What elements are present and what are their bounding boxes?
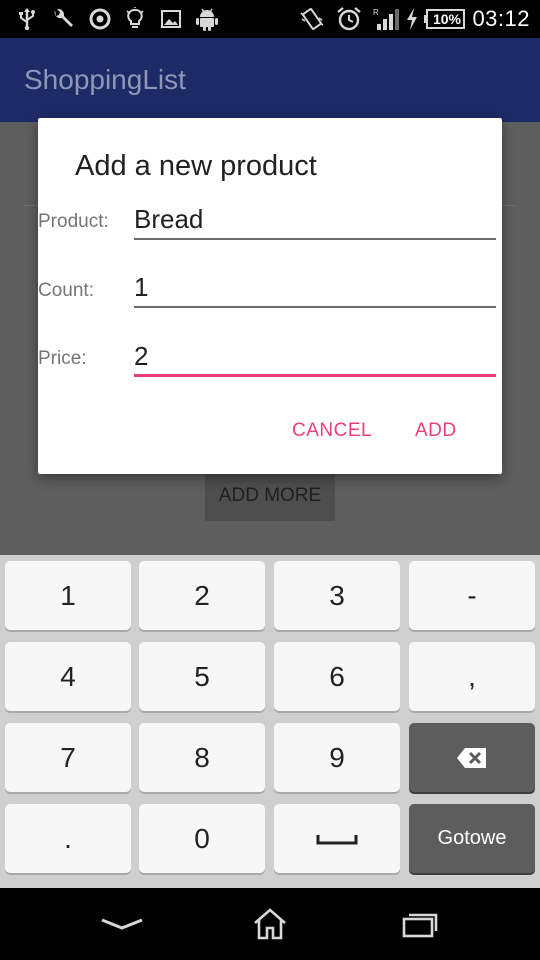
count-input[interactable]: 1 xyxy=(134,270,496,308)
price-input[interactable]: 2 xyxy=(134,339,496,377)
add-more-button[interactable]: ADD MORE xyxy=(205,471,335,521)
android-icon xyxy=(194,7,220,31)
lightbulb-icon xyxy=(123,7,147,31)
clock: 03:12 xyxy=(472,6,530,31)
key-4[interactable]: 4 xyxy=(5,642,131,711)
home-button[interactable] xyxy=(240,904,300,944)
key-0[interactable]: 0 xyxy=(139,804,265,873)
key-5[interactable]: 5 xyxy=(139,642,265,711)
count-label: Count: xyxy=(38,280,94,301)
key-6[interactable]: 6 xyxy=(274,642,400,711)
price-label: Price: xyxy=(38,348,87,369)
battery-icon: 10% xyxy=(424,7,466,31)
charging-icon xyxy=(402,7,422,31)
sync-icon xyxy=(87,7,113,31)
backspace-icon xyxy=(457,747,486,768)
done-key[interactable]: Gotowe xyxy=(409,804,535,873)
key-1[interactable]: 1 xyxy=(5,561,131,630)
space-icon xyxy=(316,834,358,844)
back-button[interactable] xyxy=(92,904,152,944)
alarm-icon xyxy=(335,7,363,31)
product-label: Product: xyxy=(38,211,109,232)
key-3[interactable]: 3 xyxy=(274,561,400,630)
image-icon xyxy=(158,7,184,31)
recents-button[interactable] xyxy=(390,904,450,944)
add-button[interactable]: ADD xyxy=(415,420,457,442)
app-bar: ShoppingList xyxy=(0,38,540,122)
key-9[interactable]: 9 xyxy=(274,723,400,792)
vibrate-icon xyxy=(298,7,326,31)
back-icon xyxy=(101,918,143,930)
done-label: Gotowe xyxy=(437,827,507,849)
key-comma[interactable]: , xyxy=(409,642,535,711)
product-input[interactable]: Bread xyxy=(134,202,496,240)
svg-text:R: R xyxy=(373,8,379,17)
recents-icon xyxy=(402,913,438,938)
status-bar: R 10% 03:12 xyxy=(0,0,540,38)
wrench-icon xyxy=(50,7,76,31)
key-period[interactable]: . xyxy=(5,804,131,873)
key-7[interactable]: 7 xyxy=(5,723,131,792)
key-2[interactable]: 2 xyxy=(139,561,265,630)
app-title: ShoppingList xyxy=(24,64,186,95)
key-8[interactable]: 8 xyxy=(139,723,265,792)
backspace-key[interactable] xyxy=(409,723,535,792)
cancel-button[interactable]: CANCEL xyxy=(292,420,372,442)
usb-icon xyxy=(16,7,38,31)
numeric-keyboard: 1 2 3 - 4 5 6 , 7 8 9 . 0 Gotowe xyxy=(0,555,540,888)
dialog-title: Add a new product xyxy=(75,150,317,182)
battery-percent: 10% xyxy=(432,11,462,27)
home-icon xyxy=(254,908,286,940)
key-minus[interactable]: - xyxy=(409,561,535,630)
navigation-bar xyxy=(0,888,540,960)
space-key[interactable] xyxy=(274,804,400,873)
add-product-dialog: Add a new product Product: Bread Count: … xyxy=(38,118,502,474)
signal-icon: R xyxy=(370,7,400,31)
